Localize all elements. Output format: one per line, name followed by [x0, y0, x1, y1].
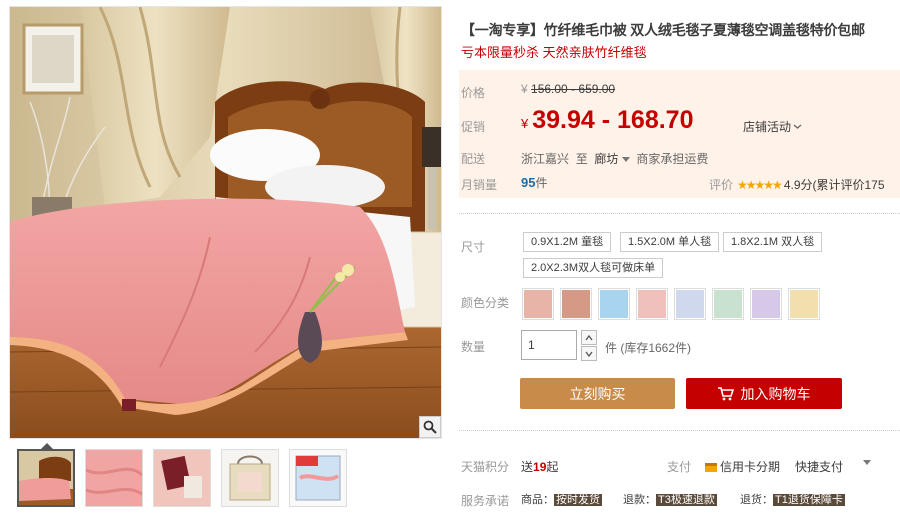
color-swatch-1[interactable] — [522, 288, 554, 320]
color-label: 颜色分类 — [461, 296, 510, 310]
promo-label: 促销 — [461, 120, 486, 134]
points-label: 天猫积分 — [461, 460, 510, 474]
color-swatch-4[interactable] — [636, 288, 668, 320]
ship-to-word: 至 — [575, 152, 588, 166]
thumb-label-closeup-image — [154, 450, 210, 506]
promise-on-time-delivery[interactable]: 商品： 按时发货 — [521, 491, 602, 507]
original-price: ¥ 156.00 - 659.00 — [521, 82, 615, 96]
product-title[interactable]: 【一淘专享】竹纤维毛巾被 双人绒毛毯子夏薄毯空调盖毯特价包邮 — [461, 20, 865, 40]
color-swatch-8[interactable] — [788, 288, 820, 320]
rating-label: 评价 — [709, 178, 734, 192]
triangle-down-icon — [863, 460, 871, 465]
product-subtitle: 亏本限量秒杀 天然亲肤竹纤维毯 — [461, 45, 647, 60]
rating-score: 4.9分(累计评价175 — [783, 178, 885, 192]
bedroom-scene-photo — [10, 7, 441, 438]
credit-installment-label: 信用卡分期 — [720, 460, 781, 474]
thumb-pink-fabric[interactable] — [85, 449, 143, 507]
points-value: 19 — [533, 460, 547, 474]
shipping-info: 浙江嘉兴 至 廊坊 商家承担运费 — [521, 150, 708, 167]
add-to-cart-button[interactable]: 加入购物车 — [686, 378, 842, 409]
divider — [459, 213, 900, 214]
chevron-down-icon — [793, 124, 802, 129]
main-product-image[interactable] — [9, 6, 442, 439]
promo-price: ¥39.94 - 168.70 — [521, 106, 693, 135]
original-price-value: 156.00 - 659.00 — [531, 82, 616, 96]
promise-tag: T1退货保障卡 — [773, 494, 845, 506]
promise-prefix: 退款： — [623, 494, 656, 506]
thumb-blue-towel-package-image — [290, 450, 346, 506]
magnifier-icon — [423, 420, 437, 434]
payment-label: 支付 — [667, 460, 692, 474]
promise-return-guarantee[interactable]: 退货： T1退货保障卡 — [740, 491, 845, 507]
thumb-blue-towel-package[interactable] — [289, 449, 347, 507]
rating[interactable]: 评价 ★★★★★ 4.9分(累计评价175 — [709, 176, 885, 193]
thumb-bed-scene[interactable] — [17, 449, 75, 507]
shop-activity-dropdown[interactable]: 店铺活动 — [743, 118, 802, 135]
points-prefix: 送 — [521, 460, 534, 474]
size-option-0-9x1-2[interactable]: 0.9X1.2M 童毯 — [523, 232, 612, 252]
color-swatch-7[interactable] — [750, 288, 782, 320]
shipping-fee: 商家承担运费 — [636, 152, 709, 166]
arrow-down-icon — [585, 351, 593, 357]
color-swatch-5[interactable] — [674, 288, 706, 320]
thumb-pink-fabric-image — [86, 450, 142, 506]
payment-more-toggle[interactable] — [863, 458, 871, 469]
price-label: 价格 — [461, 86, 486, 100]
thumb-bed-scene-image — [19, 451, 73, 505]
color-swatch-2[interactable] — [560, 288, 592, 320]
promo-currency-symbol: ¥ — [521, 116, 529, 131]
buy-now-label: 立刻购买 — [569, 385, 626, 402]
points-info: 送19起 — [521, 458, 558, 475]
shipping-label: 配送 — [461, 152, 486, 166]
quantity-label: 数量 — [461, 340, 486, 354]
promise-fast-refund[interactable]: 退款： T3极速退款 — [623, 491, 717, 507]
promise-tag: T3极速退款 — [656, 494, 717, 506]
ship-destination-dropdown[interactable]: 廊坊 — [594, 152, 630, 166]
thumbnail-strip — [17, 449, 347, 507]
thumb-label-closeup[interactable] — [153, 449, 211, 507]
ship-destination: 廊坊 — [594, 152, 619, 166]
promo-price-value: 39.94 - 168.70 — [532, 106, 694, 134]
shop-activity-label: 店铺活动 — [743, 120, 792, 134]
triangle-down-icon — [621, 157, 630, 162]
divider — [459, 430, 900, 431]
arrow-up-icon — [585, 334, 593, 340]
quantity-increase-button[interactable] — [581, 330, 597, 345]
quantity-input[interactable] — [521, 330, 577, 360]
promise-prefix: 退货： — [740, 494, 773, 506]
quick-pay-link[interactable]: 快捷支付 — [795, 458, 843, 475]
buy-now-button[interactable]: 立刻购买 — [520, 378, 675, 409]
ship-from: 浙江嘉兴 — [521, 152, 570, 166]
color-swatch-3[interactable] — [598, 288, 630, 320]
add-to-cart-label: 加入购物车 — [740, 385, 811, 402]
sales-unit: 件 — [535, 176, 548, 190]
price-panel: 价格 ¥ 156.00 - 659.00 促销 ¥39.94 - 168.70 … — [459, 70, 900, 198]
cart-icon — [717, 386, 734, 400]
promise-prefix: 商品： — [521, 494, 554, 506]
service-promise-label: 服务承诺 — [461, 494, 510, 508]
thumb-package-bag-image — [222, 450, 278, 506]
star-rating-icon: ★★★★★ — [737, 178, 783, 192]
credit-card-icon — [705, 463, 717, 472]
points-suffix: 起 — [546, 460, 559, 474]
promise-tag: 按时发货 — [554, 494, 602, 506]
monthly-sales: 95件 — [521, 174, 547, 191]
zoom-button[interactable] — [419, 416, 441, 438]
stock-note: 件 (库存1662件) — [605, 341, 692, 355]
credit-installment-link[interactable]: 信用卡分期 — [705, 458, 780, 475]
quantity-decrease-button[interactable] — [581, 346, 597, 361]
size-option-1-8x2-1[interactable]: 1.8X2.1M 双人毯 — [723, 232, 823, 252]
currency-symbol: ¥ — [521, 82, 528, 96]
monthly-sales-count: 95 — [521, 175, 536, 190]
color-swatch-6[interactable] — [712, 288, 744, 320]
size-option-2-0x2-3[interactable]: 2.0X2.3M双人毯可做床单 — [523, 258, 664, 278]
monthly-sales-label: 月销量 — [461, 178, 498, 192]
thumb-package-bag[interactable] — [221, 449, 279, 507]
size-label: 尺寸 — [461, 240, 486, 254]
size-option-1-5x2-0[interactable]: 1.5X2.0M 单人毯 — [620, 232, 720, 252]
